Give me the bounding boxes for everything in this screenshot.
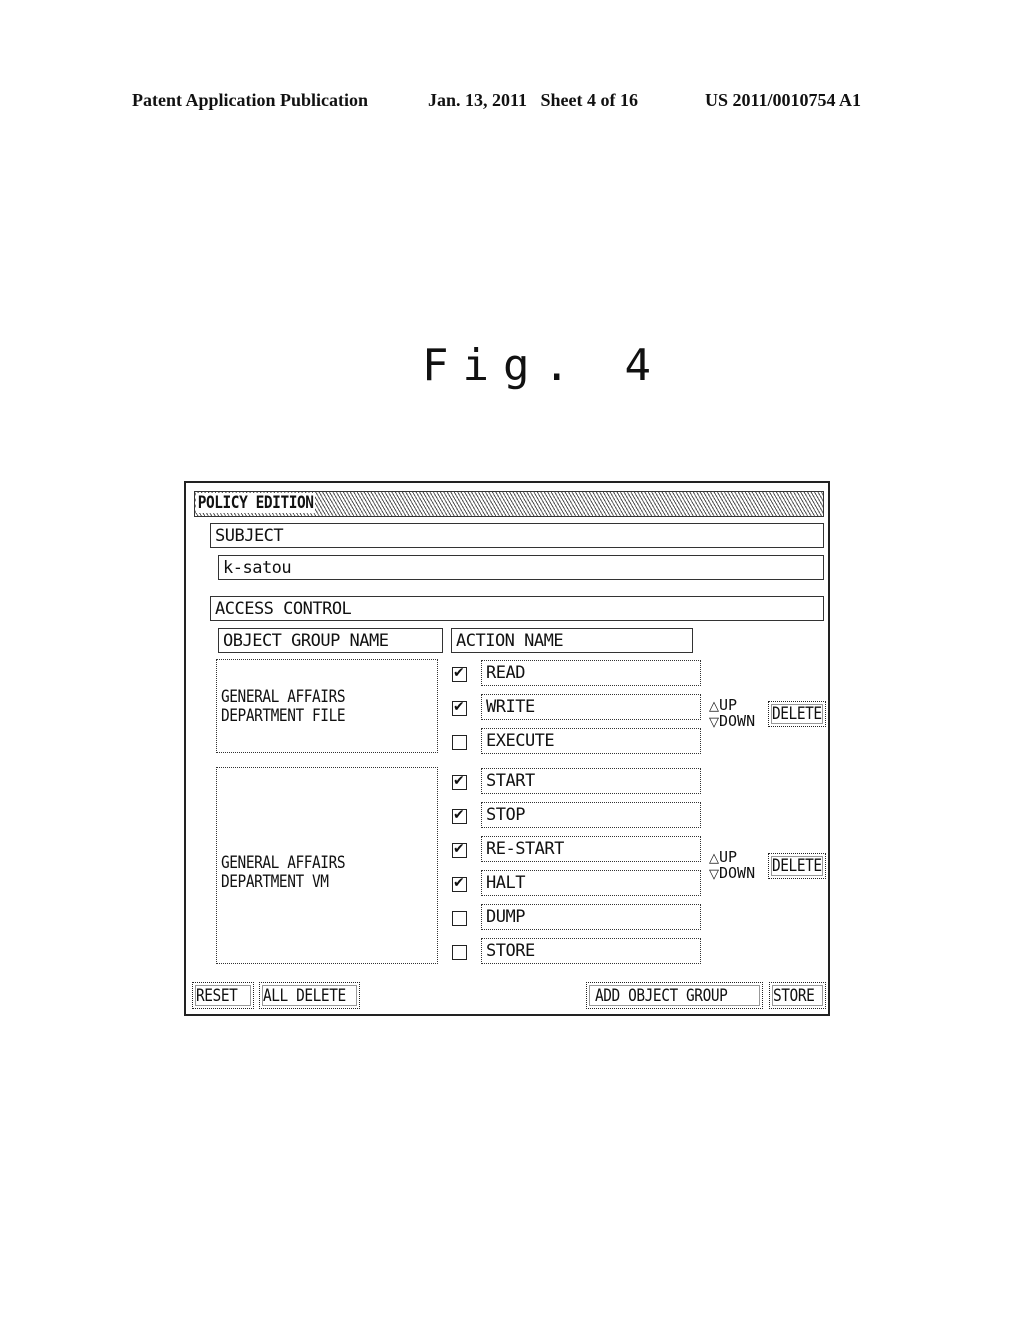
action-name-header: ACTION NAME: [451, 628, 693, 653]
delete-group-button[interactable]: DELETE: [768, 853, 826, 879]
object-group-name-line1: GENERAL AFFAIRS: [221, 687, 346, 707]
object-group-name-line2: DEPARTMENT FILE: [221, 706, 346, 726]
policy-edition-window: POLICY EDITION SUBJECT k-satou ACCESS CO…: [184, 481, 830, 1016]
subject-input[interactable]: k-satou: [218, 555, 824, 580]
object-group-name-header-label: OBJECT GROUP NAME: [223, 630, 389, 651]
action-name-field[interactable]: DUMP: [481, 904, 701, 930]
add-object-group-button[interactable]: ADD OBJECT GROUP: [586, 982, 763, 1009]
action-name-field[interactable]: READ: [481, 660, 701, 686]
action-name-label: STORE: [486, 941, 535, 961]
subject-section-header: SUBJECT: [210, 523, 824, 548]
move-down-button[interactable]: ▽DOWN: [709, 714, 755, 730]
delete-group-button[interactable]: DELETE: [768, 701, 826, 727]
action-name-field[interactable]: START: [481, 768, 701, 794]
action-name-field[interactable]: RE-START: [481, 836, 701, 862]
delete-button-label: DELETE: [772, 856, 822, 876]
action-name-label: READ: [486, 663, 525, 683]
action-name-label: DUMP: [486, 907, 525, 927]
store-button-label: STORE: [773, 985, 815, 1006]
object-group-name-header: OBJECT GROUP NAME: [218, 628, 443, 653]
up-down-control: △UP ▽DOWN: [709, 850, 755, 882]
delete-button-label: DELETE: [772, 704, 822, 724]
down-label: DOWN: [719, 864, 756, 882]
publication-date-sheet: Jan. 13, 2011 Sheet 4 of 16: [428, 90, 639, 110]
subject-label: SUBJECT: [215, 525, 284, 546]
add-object-group-button-label: ADD OBJECT GROUP: [595, 985, 728, 1006]
object-group-name-line1: GENERAL AFFAIRS: [221, 853, 346, 873]
checkmark-icon: ✔: [453, 699, 465, 715]
access-control-section-header: ACCESS CONTROL: [210, 596, 824, 621]
publication-type: Patent Application Publication: [132, 90, 369, 110]
action-checkbox-read[interactable]: ✔: [452, 665, 467, 682]
action-name-header-label: ACTION NAME: [456, 630, 564, 651]
figure-label: Fig. 4: [422, 340, 665, 391]
checkmark-icon: ✔: [453, 807, 465, 823]
action-name-field[interactable]: HALT: [481, 870, 701, 896]
store-button[interactable]: STORE: [769, 982, 826, 1009]
object-group-name-field[interactable]: GENERAL AFFAIRS DEPARTMENT FILE: [216, 659, 438, 753]
action-name-label: START: [486, 771, 535, 791]
down-label: DOWN: [719, 712, 756, 730]
action-checkbox-halt[interactable]: ✔: [452, 875, 467, 892]
checkmark-icon: ✔: [453, 665, 465, 681]
reset-button-label: RESET: [196, 985, 238, 1006]
object-group-name-line2: DEPARTMENT VM: [221, 872, 329, 892]
object-group-name-field[interactable]: GENERAL AFFAIRS DEPARTMENT VM: [216, 767, 438, 964]
action-name-label: STOP: [486, 805, 525, 825]
patent-number: US 2011/0010754 A1: [705, 90, 862, 110]
action-checkbox-stop[interactable]: ✔: [452, 807, 467, 824]
action-name-label: HALT: [486, 873, 525, 893]
window-title-bar: POLICY EDITION: [194, 491, 824, 517]
down-triangle-icon: ▽: [709, 715, 719, 730]
checkmark-icon: ✔: [453, 841, 465, 857]
action-name-field[interactable]: STORE: [481, 938, 701, 964]
checkmark-icon: ✔: [453, 773, 465, 789]
all-delete-button-label: ALL DELETE: [263, 985, 346, 1006]
action-checkbox-write[interactable]: ✔: [452, 699, 467, 716]
window-title: POLICY EDITION: [196, 493, 316, 513]
action-name-field[interactable]: EXECUTE: [481, 728, 701, 754]
action-checkbox-restart[interactable]: ✔: [452, 841, 467, 858]
access-control-label: ACCESS CONTROL: [215, 598, 352, 619]
action-checkbox-execute[interactable]: [452, 735, 467, 750]
action-name-label: EXECUTE: [486, 731, 555, 751]
action-checkbox-dump[interactable]: [452, 911, 467, 926]
reset-button[interactable]: RESET: [192, 982, 254, 1009]
action-name-field[interactable]: WRITE: [481, 694, 701, 720]
up-triangle-icon: △: [709, 851, 719, 866]
up-triangle-icon: △: [709, 699, 719, 714]
move-down-button[interactable]: ▽DOWN: [709, 866, 755, 882]
subject-value: k-satou: [223, 557, 292, 578]
down-triangle-icon: ▽: [709, 867, 719, 882]
all-delete-button[interactable]: ALL DELETE: [259, 982, 360, 1009]
action-checkbox-store[interactable]: [452, 945, 467, 960]
up-down-control: △UP ▽DOWN: [709, 698, 755, 730]
checkmark-icon: ✔: [453, 875, 465, 891]
action-name-label: RE-START: [486, 839, 564, 859]
action-checkbox-start[interactable]: ✔: [452, 773, 467, 790]
action-name-field[interactable]: STOP: [481, 802, 701, 828]
action-name-label: WRITE: [486, 697, 535, 717]
